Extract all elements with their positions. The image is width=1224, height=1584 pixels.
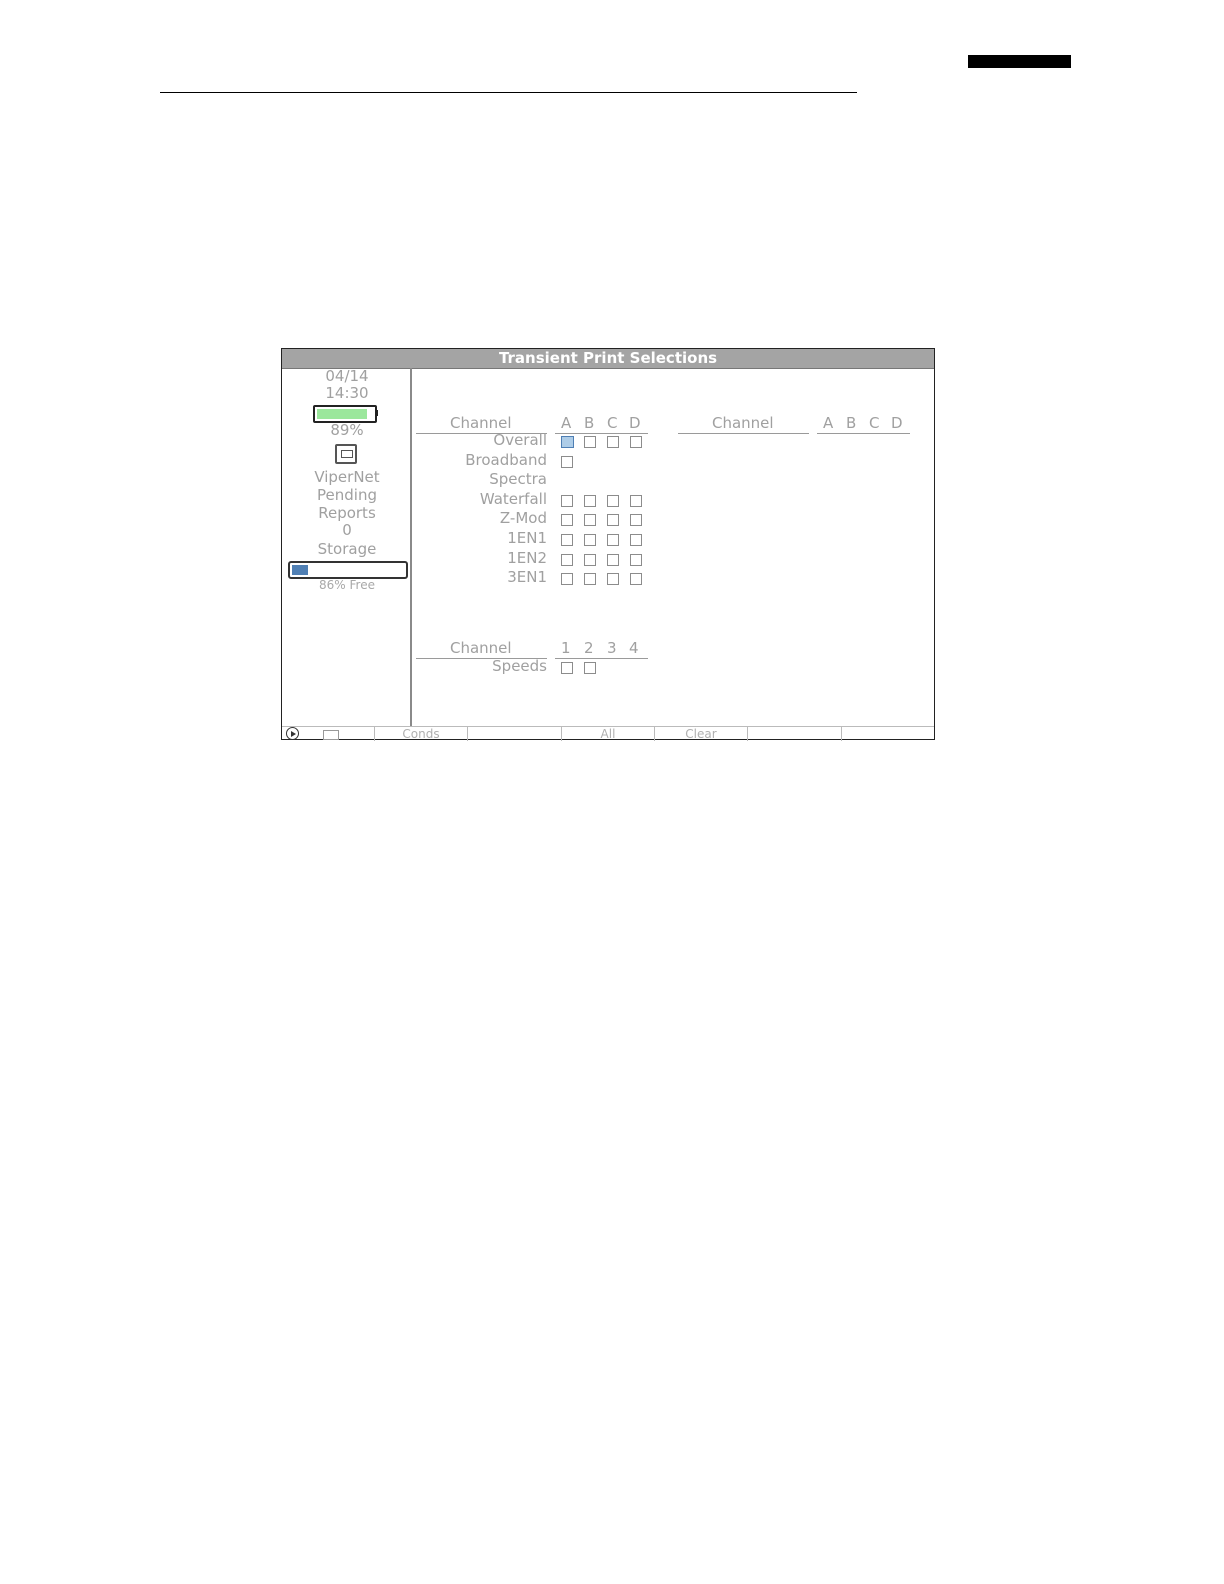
- table1-col-d: D: [629, 414, 641, 432]
- date-label: 04/14: [325, 367, 369, 385]
- table1-row-label: Waterfall: [479, 489, 547, 508]
- table1-row-label: Overall: [493, 431, 547, 449]
- table1-checkbox[interactable]: [630, 553, 642, 566]
- softkey-clear[interactable]: Clear: [655, 727, 748, 741]
- table3-header: Channel: [450, 639, 512, 657]
- table1-checkbox[interactable]: [607, 436, 619, 448]
- table3-checkbox[interactable]: [584, 662, 596, 674]
- table1-col-b: B: [584, 414, 595, 432]
- table3-col-3: 3: [607, 639, 617, 657]
- table1-checkbox[interactable]: [607, 534, 619, 546]
- softkey-empty-3[interactable]: [468, 727, 562, 741]
- table1-checkbox[interactable]: [630, 514, 642, 527]
- table1-checkbox[interactable]: [630, 436, 642, 448]
- table3-checkbox[interactable]: [561, 662, 573, 674]
- table2-col-a: A: [823, 414, 834, 432]
- table1-columns-rule: [555, 433, 648, 434]
- table2-columns-rule: [817, 433, 910, 434]
- table3-columns-rule: [555, 658, 648, 659]
- table3-col-2: 2: [584, 639, 594, 657]
- table1-checkbox[interactable]: [584, 494, 596, 507]
- table1-row-label: Z-Mod: [499, 509, 547, 528]
- table2-header-rule: [678, 433, 809, 434]
- table1-checkbox[interactable]: [607, 514, 619, 527]
- table1-checkbox[interactable]: [584, 573, 596, 586]
- header-rule: [160, 92, 857, 93]
- table1-checkbox[interactable]: [561, 455, 573, 468]
- table3-col-4: 4: [629, 639, 639, 657]
- reports-label: Reports: [318, 504, 376, 522]
- table1-row-label: 1EN2: [507, 548, 547, 567]
- softkey-bar: Conds All Clear: [282, 726, 934, 741]
- table1-checkbox[interactable]: [561, 553, 573, 566]
- table2-col-c: C: [869, 414, 880, 432]
- battery-fill: [317, 409, 367, 419]
- softkey-all[interactable]: All: [562, 727, 655, 741]
- table1-checkbox[interactable]: [607, 494, 619, 507]
- table1-checkbox[interactable]: [561, 534, 573, 546]
- pending-label: Pending: [317, 486, 377, 504]
- table1-checkbox[interactable]: [561, 436, 574, 448]
- softkey-empty-6[interactable]: [748, 727, 842, 741]
- table3-row-label: Speeds: [492, 657, 547, 675]
- table1-row-label: 1EN1: [507, 529, 547, 547]
- header-redaction-block: [968, 55, 1071, 68]
- table1-row-label: Broadband: [465, 450, 547, 469]
- table1-checkbox[interactable]: [584, 534, 596, 546]
- table1-row-label: 3EN1: [507, 568, 547, 587]
- table1-row-label: Spectra: [489, 470, 547, 489]
- storage-free-label: 86% Free: [319, 578, 375, 592]
- table1-checkbox[interactable]: [561, 573, 573, 586]
- table1-header: Channel: [450, 414, 512, 432]
- table1-checkbox[interactable]: [561, 514, 573, 527]
- table2-header: Channel: [712, 414, 774, 432]
- battery-tip: [375, 410, 378, 416]
- table1-checkbox[interactable]: [584, 553, 596, 566]
- softkey-backspace[interactable]: [282, 727, 375, 741]
- reports-count: 0: [342, 521, 352, 539]
- battery-percent: 89%: [330, 421, 364, 439]
- screen-title: Transient Print Selections: [282, 349, 934, 369]
- storage-label: Storage: [317, 540, 377, 558]
- table3-col-1: 1: [561, 639, 571, 657]
- backspace-icon: [323, 730, 339, 740]
- table1-checkbox[interactable]: [584, 436, 596, 448]
- table1-col-a: A: [561, 414, 572, 432]
- time-label: 14:30: [325, 384, 369, 402]
- softkey-empty-7[interactable]: [842, 727, 934, 741]
- table1-checkbox[interactable]: [561, 494, 573, 507]
- device-screen: Transient Print Selections 04/14 14:30 8…: [281, 348, 935, 741]
- network-port-icon: [335, 444, 357, 464]
- network-label: ViperNet: [314, 468, 380, 486]
- table2-col-b: B: [846, 414, 857, 432]
- table1-checkbox[interactable]: [584, 514, 596, 527]
- table1-col-c: C: [607, 414, 618, 432]
- table1-checkbox[interactable]: [630, 494, 642, 507]
- softkey-conds[interactable]: Conds: [375, 727, 468, 741]
- table1-checkbox[interactable]: [630, 573, 642, 586]
- table1-checkbox[interactable]: [630, 534, 642, 546]
- storage-fill: [292, 565, 308, 575]
- status-sidebar: 04/14 14:30 89% ViperNet Pending Reports…: [282, 367, 412, 740]
- table1-checkbox[interactable]: [607, 553, 619, 566]
- table2-col-d: D: [891, 414, 903, 432]
- table1-checkbox[interactable]: [607, 573, 619, 586]
- storage-bar: [288, 561, 408, 579]
